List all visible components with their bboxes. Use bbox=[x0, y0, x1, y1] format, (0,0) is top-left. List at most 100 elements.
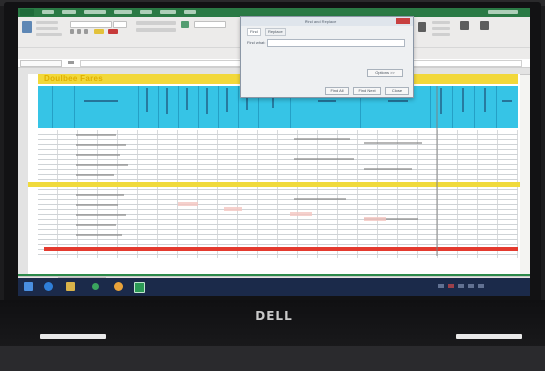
find-next-button[interactable]: Find Next bbox=[353, 87, 381, 95]
row-numbers bbox=[18, 74, 28, 276]
header-label bbox=[186, 88, 188, 110]
header-divider bbox=[452, 86, 453, 128]
alignment-top-buttons[interactable] bbox=[136, 21, 176, 25]
name-box[interactable] bbox=[20, 60, 62, 67]
ribbon-tab-page-layout[interactable] bbox=[84, 10, 106, 14]
store-icon[interactable] bbox=[92, 283, 99, 290]
cell-text bbox=[294, 198, 346, 200]
close-icon[interactable] bbox=[396, 18, 410, 24]
header-label bbox=[440, 88, 442, 114]
sum-icon[interactable] bbox=[460, 21, 469, 30]
tab-find[interactable]: Find bbox=[247, 28, 261, 36]
find-replace-dialog: Find and Replace ? Find Replace Find wha… bbox=[240, 16, 414, 98]
cell-text bbox=[76, 154, 120, 156]
font-color-button[interactable] bbox=[108, 29, 118, 34]
paste-icon[interactable] bbox=[22, 21, 32, 33]
fx-icon[interactable] bbox=[68, 61, 74, 64]
tray-icon[interactable] bbox=[468, 284, 474, 288]
cell-text bbox=[76, 164, 128, 166]
sort-filter-icon[interactable] bbox=[418, 22, 426, 32]
header-label bbox=[206, 88, 208, 114]
laptop-photo: Doulbee Fares Find and Replace ? Find Re… bbox=[0, 0, 545, 371]
header-divider bbox=[178, 86, 179, 128]
file-tab[interactable] bbox=[20, 9, 34, 16]
tab-replace[interactable]: Replace bbox=[265, 28, 286, 36]
cell-text bbox=[294, 138, 350, 140]
delete-cells-button[interactable] bbox=[432, 27, 450, 30]
cut-button[interactable] bbox=[36, 21, 58, 24]
highlighted-cell bbox=[364, 217, 386, 221]
header-label bbox=[84, 100, 118, 102]
tray-icon[interactable] bbox=[438, 284, 444, 288]
hinge-left bbox=[40, 334, 106, 339]
italic-button[interactable] bbox=[77, 29, 81, 34]
header-label bbox=[388, 100, 408, 102]
cell-text bbox=[76, 174, 114, 176]
header-divider bbox=[74, 86, 75, 128]
header-divider bbox=[218, 86, 219, 128]
excel-icon[interactable] bbox=[134, 282, 145, 293]
ribbon-tab-review[interactable] bbox=[160, 10, 176, 14]
header-divider bbox=[158, 86, 159, 128]
header-label bbox=[146, 88, 148, 112]
find-what-input[interactable] bbox=[267, 39, 405, 47]
file-explorer-icon[interactable] bbox=[66, 282, 75, 291]
find-all-button[interactable]: Find All bbox=[325, 87, 349, 95]
ribbon-tab-home[interactable] bbox=[42, 10, 54, 14]
cell-text bbox=[76, 214, 126, 216]
copy-button[interactable] bbox=[36, 27, 58, 30]
cell-text bbox=[76, 224, 116, 226]
font-name-select[interactable] bbox=[70, 21, 112, 28]
cell-text bbox=[294, 158, 354, 160]
spreadsheet-grid[interactable]: Doulbee Fares bbox=[28, 74, 520, 276]
help-icon[interactable]: ? bbox=[305, 18, 391, 25]
windows-start-icon[interactable] bbox=[24, 282, 33, 291]
ribbon-tab-insert[interactable] bbox=[62, 10, 76, 14]
ribbon-tab-formulas[interactable] bbox=[114, 10, 132, 14]
ribbon-tab-data[interactable] bbox=[140, 10, 152, 14]
header-divider bbox=[138, 86, 139, 128]
highlighted-row-yellow bbox=[28, 182, 520, 187]
cell-text bbox=[76, 144, 126, 146]
header-label bbox=[502, 100, 512, 102]
wrap-text-icon[interactable] bbox=[181, 21, 189, 28]
windows-taskbar bbox=[18, 278, 530, 296]
alignment-bottom-buttons[interactable] bbox=[136, 28, 176, 32]
header-label bbox=[318, 100, 336, 102]
header-divider bbox=[430, 86, 431, 128]
cell-text bbox=[76, 134, 116, 136]
tray-icon[interactable] bbox=[448, 284, 454, 288]
header-label bbox=[462, 88, 464, 112]
account-name[interactable] bbox=[488, 10, 518, 14]
laptop-base bbox=[0, 346, 545, 371]
format-cells-button[interactable] bbox=[432, 33, 450, 36]
options-button[interactable]: Options >> bbox=[367, 69, 403, 77]
header-divider bbox=[52, 86, 53, 128]
cell-text bbox=[364, 142, 422, 144]
chrome-icon[interactable] bbox=[114, 282, 123, 291]
sheet-banner-text: Doulbee Fares bbox=[44, 74, 104, 83]
cell-text bbox=[76, 234, 122, 236]
laptop-screen: Doulbee Fares Find and Replace ? Find Re… bbox=[18, 8, 530, 294]
find-select-icon[interactable] bbox=[480, 21, 489, 30]
format-painter-button[interactable] bbox=[36, 33, 62, 36]
hinge-right bbox=[456, 334, 522, 339]
bold-button[interactable] bbox=[70, 29, 74, 34]
header-divider bbox=[238, 86, 239, 128]
font-size-select[interactable] bbox=[113, 21, 127, 28]
tray-icon[interactable] bbox=[478, 284, 484, 288]
header-divider bbox=[198, 86, 199, 128]
freeze-pane-split bbox=[436, 86, 438, 256]
number-format-select[interactable] bbox=[194, 21, 226, 28]
insert-cells-button[interactable] bbox=[432, 21, 450, 24]
header-divider bbox=[496, 86, 497, 128]
underline-button[interactable] bbox=[84, 29, 88, 34]
ribbon-tab-view[interactable] bbox=[184, 10, 196, 14]
edge-browser-icon[interactable] bbox=[44, 282, 53, 291]
header-label bbox=[166, 88, 168, 114]
highlighted-cell bbox=[178, 202, 198, 206]
close-button[interactable]: Close bbox=[385, 87, 409, 95]
fill-color-button[interactable] bbox=[94, 29, 104, 34]
tray-icon[interactable] bbox=[458, 284, 464, 288]
highlighted-cell bbox=[290, 212, 312, 216]
